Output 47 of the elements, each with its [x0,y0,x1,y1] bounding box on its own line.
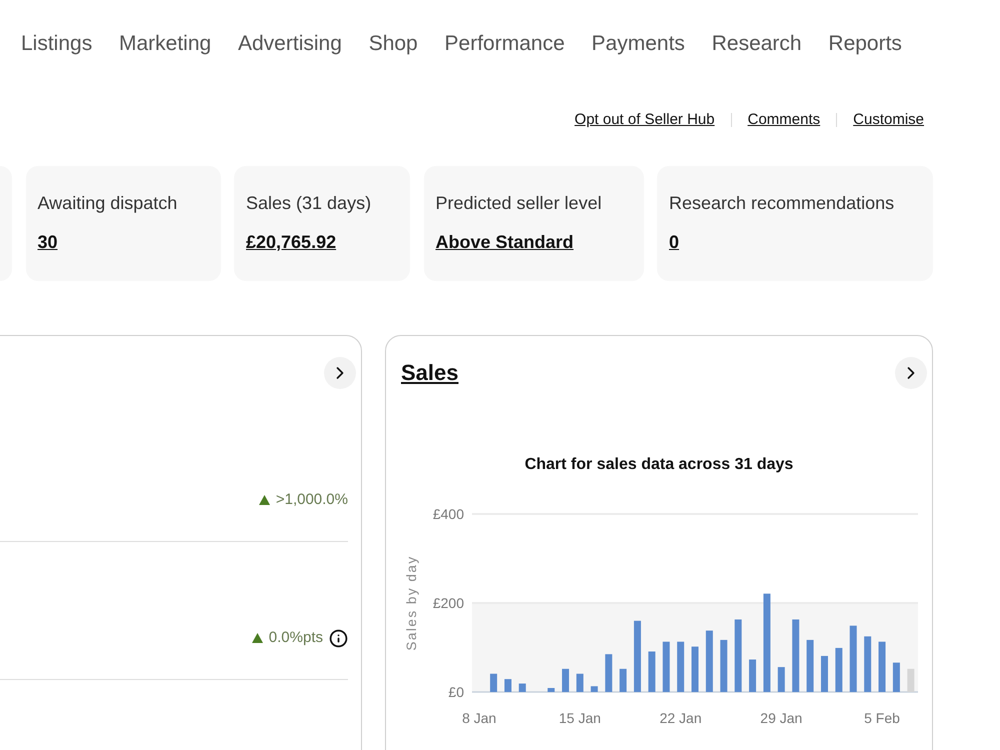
card-value[interactable]: Above Standard [436,231,574,253]
chart-bar [620,668,627,692]
nav-link[interactable]: Advertising [238,30,342,58]
nav-link[interactable]: Shop [368,30,418,58]
axis-tick-label: 15 Jan [558,710,601,726]
nav-link[interactable]: Marketing [119,30,212,58]
axis-title: Sales by day [404,555,419,651]
chart-bar [749,660,756,692]
axis-tick-label: £200 [432,595,464,611]
header-link[interactable]: Opt out of Seller Hub [574,110,715,130]
panel-title[interactable]: Sales [401,357,458,389]
chevron-button[interactable] [324,357,356,389]
header-link[interactable]: Comments [748,110,820,130]
nav-link[interactable]: Reports [828,30,902,58]
chart-bar [605,654,612,692]
nav-link[interactable]: Research [712,30,802,58]
chart-bar [677,642,684,692]
change-percentage: >1,000.0% [276,490,348,510]
card-label: Awaiting dispatch [38,192,178,214]
nav-link[interactable]: Listings [21,30,92,58]
chart-title: Chart for sales data across 31 days [524,455,794,475]
card-value[interactable]: £20,765.92 [246,231,336,253]
nav-link[interactable]: Performance [444,30,565,58]
chart-bar [548,688,555,692]
card-label: Sales (31 days) [246,192,372,214]
card-value[interactable]: 0 [669,231,680,253]
change-percentage: 0.0%pts [268,628,323,648]
chart-bar [878,642,886,692]
chevron-button[interactable] [895,357,927,389]
card-label: Research recommendations [669,192,894,214]
chart-bar [864,636,872,692]
chart-bar [806,640,814,692]
nav-link[interactable]: Payments [592,30,685,58]
chart-bar [562,668,570,692]
card-value[interactable]: 30 [38,231,58,253]
axis-tick-label: 29 Jan [760,710,802,726]
chart-bar [692,646,698,692]
axis-tick-label: 8 Jan [462,710,496,726]
header-link[interactable]: Customise [853,110,924,130]
axis-tick-label: 22 Jan [660,710,702,726]
axis-tick-label: 5 Feb [864,710,900,726]
chart-bar [662,642,670,692]
card-label: Predicted seller level [436,192,602,214]
chart-bar [490,674,498,692]
info-icon[interactable] [329,628,348,648]
axis-tick-label: £400 [432,506,464,522]
axis-tick-label: £0 [448,684,464,700]
